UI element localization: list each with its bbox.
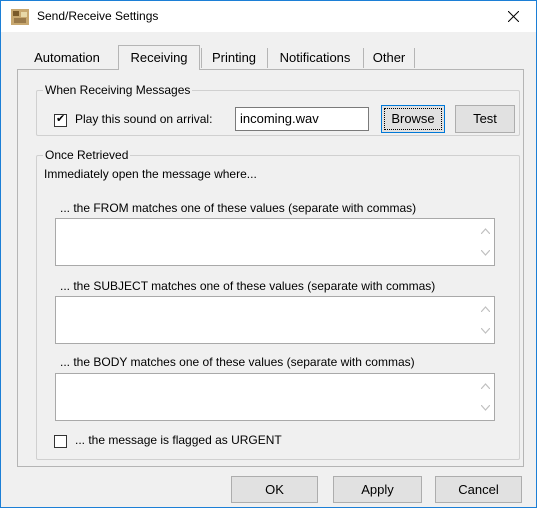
body-label: ... the BODY matches one of these values… (60, 355, 415, 369)
body-textarea[interactable] (55, 373, 495, 421)
window-title: Send/Receive Settings (37, 9, 159, 23)
retrieved-group-legend: Once Retrieved (43, 148, 131, 162)
ok-button-label: OK (265, 482, 284, 497)
close-button[interactable] (490, 1, 536, 32)
subject-textarea[interactable] (55, 296, 495, 344)
tab-receiving[interactable]: Receiving (118, 45, 200, 70)
cancel-button-label: Cancel (458, 482, 499, 497)
settings-window: Send/Receive Settings Automation Receivi… (0, 0, 537, 508)
receiving-group-legend: When Receiving Messages (43, 83, 193, 97)
tab-printing[interactable]: Printing (204, 48, 264, 68)
apply-button[interactable]: Apply (333, 476, 422, 503)
browse-button[interactable]: Browse (381, 105, 445, 133)
test-button[interactable]: Test (455, 105, 515, 133)
scroll-up-icon[interactable] (481, 306, 490, 312)
play-sound-checkbox[interactable]: ✔ (54, 113, 67, 127)
checkmark-icon: ✔ (56, 113, 66, 125)
scroll-down-icon[interactable] (481, 405, 490, 411)
tab-separator (363, 48, 364, 68)
urgent-checkbox[interactable] (54, 435, 67, 448)
tab-automation[interactable]: Automation (21, 48, 113, 68)
scroll-up-icon[interactable] (481, 383, 490, 389)
scroll-down-icon[interactable] (481, 328, 490, 334)
retrieved-group: Once Retrieved Immediately open the mess… (36, 148, 520, 460)
test-button-label: Test (473, 111, 497, 126)
urgent-label: ... the message is flagged as URGENT (75, 433, 282, 447)
from-textarea[interactable] (55, 218, 495, 266)
apply-button-label: Apply (361, 482, 394, 497)
tab-other[interactable]: Other (367, 48, 411, 68)
focus-rect (384, 108, 442, 130)
tab-separator (201, 48, 202, 68)
close-icon (507, 11, 519, 22)
tab-separator (414, 48, 415, 68)
sound-file-input[interactable]: incoming.wav (235, 107, 369, 131)
title-bar: Send/Receive Settings (1, 1, 536, 32)
tab-panel-receiving: When Receiving Messages ✔ Play this soun… (17, 69, 524, 467)
subject-label: ... the SUBJECT matches one of these val… (60, 279, 436, 293)
tab-notifications[interactable]: Notifications (270, 48, 360, 68)
tab-separator (267, 48, 268, 68)
play-sound-label: Play this sound on arrival: (75, 112, 213, 126)
receiving-group: When Receiving Messages ✔ Play this soun… (36, 83, 520, 136)
scroll-down-icon[interactable] (481, 250, 490, 256)
open-message-intro: Immediately open the message where... (44, 167, 257, 181)
scroll-up-icon[interactable] (481, 228, 490, 234)
app-icon (11, 9, 29, 25)
ok-button[interactable]: OK (231, 476, 318, 503)
cancel-button[interactable]: Cancel (435, 476, 522, 503)
from-label: ... the FROM matches one of these values… (60, 201, 417, 215)
